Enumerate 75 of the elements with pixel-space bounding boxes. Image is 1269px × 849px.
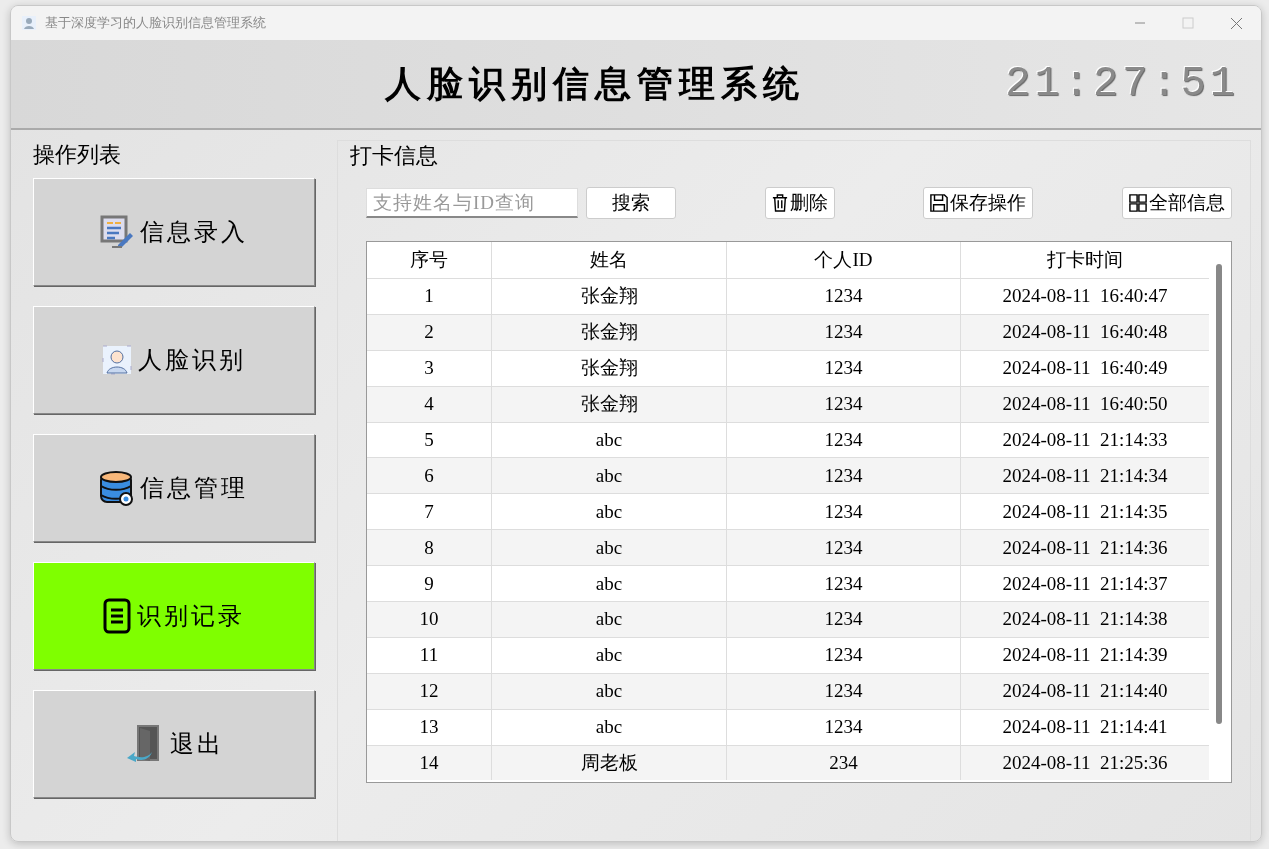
nav-button[interactable]: 信息录入 <box>33 178 315 286</box>
sidebar-title: 操作列表 <box>33 141 122 169</box>
table-cell-text: 2024-08-11 16:40:48 <box>1001 320 1169 345</box>
table-cell: 4 <box>367 386 492 422</box>
table-cell: abc <box>492 637 727 673</box>
table-cell-text: 2024-08-11 21:14:38 <box>1001 607 1169 632</box>
table-cell-text: 2024-08-11 21:14:41 <box>1001 715 1169 740</box>
column-header: 姓名 <box>492 242 727 278</box>
toolbar-button[interactable]: 全部信息 <box>1122 187 1232 219</box>
table-cell-text: 2024-08-11 21:14:34 <box>1001 463 1169 488</box>
table-cell: 1234 <box>727 530 961 566</box>
table-cell: 1234 <box>727 637 961 673</box>
grid-icon <box>1129 194 1147 212</box>
table-cell: 周老板 <box>492 745 727 781</box>
table-cell: 1234 <box>727 458 961 494</box>
table-cell: 10 <box>367 602 492 637</box>
table-cell: 2 <box>367 314 492 350</box>
table-cell: 1234 <box>727 709 961 745</box>
table-cell: 14 <box>367 745 492 781</box>
nav-button[interactable]: 信息管理 <box>33 434 315 542</box>
save-icon <box>930 194 949 212</box>
trash-icon <box>771 194 788 212</box>
table-cell-text: 2024-08-11 21:14:36 <box>1001 535 1169 560</box>
table-cell-text: 2024-08-11 21:14:37 <box>1001 571 1169 596</box>
window-title: 基于深度学习的人脸识别信息管理系统 <box>45 14 266 32</box>
table-cell: 1234 <box>727 314 961 350</box>
table-cell: abc <box>492 530 727 566</box>
clock: 21:27:51 <box>1005 60 1239 108</box>
app-title: 人脸识别信息管理系统 <box>385 62 805 106</box>
nav-button[interactable]: 人脸识别 <box>33 306 315 414</box>
toolbar-button[interactable]: 搜索 <box>586 187 676 219</box>
table-cell: 12 <box>367 673 492 709</box>
nav-button[interactable]: 识别记录 <box>33 562 315 670</box>
table-cell: 张金翔 <box>492 350 727 386</box>
table-cell: 张金翔 <box>492 386 727 422</box>
table-cell: 1234 <box>727 279 961 314</box>
user-icon <box>21 15 37 31</box>
document-icon <box>103 598 131 634</box>
column-header: 个人ID <box>727 242 961 278</box>
column-header: 序号 <box>367 242 492 278</box>
column-header: 打卡时间 <box>1046 248 1124 272</box>
database-gear-icon <box>100 470 134 506</box>
search-field[interactable]: 支持姓名与ID查询 <box>366 188 578 218</box>
table-cell: abc <box>492 673 727 709</box>
table-cell: 1234 <box>727 350 961 386</box>
table-cell: 6 <box>367 458 492 494</box>
table-cell-text: 2024-08-11 16:40:50 <box>1001 392 1169 417</box>
table-cell: 11 <box>367 637 492 673</box>
panel-title: 打卡信息 <box>350 142 439 170</box>
table-cell-text: 2024-08-11 21:25:36 <box>1001 751 1169 775</box>
table-cell-text: 2024-08-11 21:14:33 <box>1001 428 1169 452</box>
table-cell-text: 2024-08-11 21:14:40 <box>1001 679 1169 704</box>
table-cell: 张金翔 <box>492 279 727 314</box>
table-cell: 1234 <box>727 673 961 709</box>
form-edit-icon <box>100 215 134 249</box>
table-cell: 张金翔 <box>492 314 727 350</box>
table-cell: 3 <box>367 350 492 386</box>
table-cell: 234 <box>727 745 961 781</box>
table-cell: abc <box>492 602 727 637</box>
table-cell: 8 <box>367 530 492 566</box>
table-cell-text: 2024-08-11 16:40:49 <box>1001 356 1169 381</box>
nav-button[interactable]: 退出 <box>33 690 315 798</box>
table-cell-text: 2024-08-11 16:40:47 <box>1001 284 1169 309</box>
toolbar-button[interactable]: 删除 <box>764 187 835 219</box>
table-cell: 13 <box>367 709 492 745</box>
table-cell: abc <box>492 709 727 745</box>
table-cell: 1234 <box>727 602 961 637</box>
table-cell: 1234 <box>727 386 961 422</box>
table-cell-text: 2024-08-11 21:14:39 <box>1001 643 1169 668</box>
table-cell: abc <box>492 458 727 494</box>
table-cell: 1 <box>367 279 492 314</box>
person-icon <box>102 345 132 375</box>
scrollbar[interactable] <box>1216 264 1222 724</box>
table-cell-text: 2024-08-11 21:14:35 <box>1001 499 1169 524</box>
toolbar-button[interactable]: 保存操作 <box>923 187 1034 219</box>
